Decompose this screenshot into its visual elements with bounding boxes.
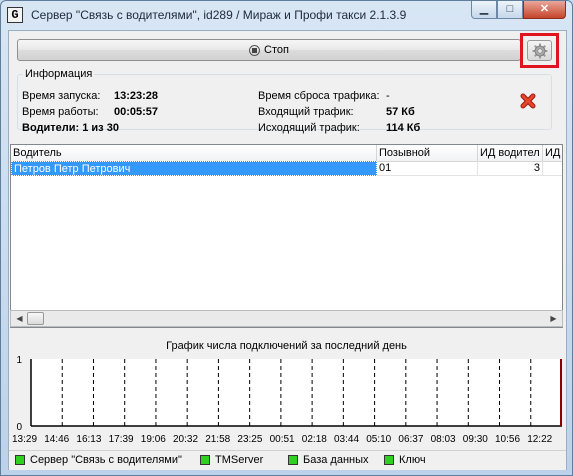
tmserver-status-led bbox=[200, 455, 210, 465]
x-tick-label: 20:32 bbox=[173, 434, 198, 445]
maximize-button[interactable]: □ bbox=[497, 1, 523, 19]
x-tick-label: 06:37 bbox=[398, 434, 423, 445]
callsign-cell[interactable]: 01 bbox=[377, 161, 478, 176]
key-status-label: Ключ bbox=[399, 454, 426, 466]
plot-background bbox=[31, 359, 562, 426]
table-header: Водитель Позывной ИД водител ИД з bbox=[11, 145, 562, 162]
x-tick-label: 21:58 bbox=[205, 434, 230, 445]
x-tick-label: 17:39 bbox=[109, 434, 134, 445]
status-tmserver: TMServer bbox=[200, 454, 263, 466]
red-x-icon[interactable] bbox=[520, 93, 536, 109]
stop-icon bbox=[249, 44, 261, 56]
scroll-left-icon[interactable]: ◀ bbox=[12, 312, 27, 325]
x-tick-label: 10:56 bbox=[495, 434, 520, 445]
horizontal-scrollbar[interactable]: ◀ ▶ bbox=[10, 310, 563, 327]
main-window: G Сервер "Связь с водителями", id289 / М… bbox=[0, 0, 573, 476]
gear-icon bbox=[532, 43, 547, 58]
minimize-icon: ▁ bbox=[479, 3, 489, 15]
connections-chart: График числа подключений за последний де… bbox=[10, 336, 563, 451]
x-tick-label: 16:13 bbox=[76, 434, 101, 445]
incoming-traffic-label: Входящий трафик: bbox=[258, 106, 354, 118]
x-tick-label: 13:29 bbox=[12, 434, 37, 445]
maximize-icon: □ bbox=[506, 3, 514, 15]
x-tick-label: 03:44 bbox=[334, 434, 359, 445]
key-status-led bbox=[384, 455, 394, 465]
status-bar: Сервер "Связь с водителями" TMServer Баз… bbox=[9, 450, 566, 470]
column-header-callsign[interactable]: Позывной bbox=[377, 145, 478, 161]
status-key: Ключ bbox=[384, 454, 426, 466]
server-status-led bbox=[15, 455, 25, 465]
start-time-label: Время запуска: bbox=[22, 90, 101, 102]
status-database: База данных bbox=[288, 454, 369, 466]
incoming-traffic-value: 57 Кб bbox=[386, 106, 415, 118]
outgoing-traffic-label: Исходящий трафик: bbox=[258, 122, 360, 134]
traffic-reset-value: - bbox=[386, 90, 390, 102]
column-header-driver-id[interactable]: ИД водител bbox=[478, 145, 543, 161]
x-tick-label: 09:30 bbox=[463, 434, 488, 445]
x-tick-label: 12:22 bbox=[527, 434, 552, 445]
traffic-reset-label: Время сброса трафика: bbox=[258, 90, 380, 102]
x-tick-label: 00:51 bbox=[270, 434, 295, 445]
database-status-led bbox=[288, 455, 298, 465]
driver-id-cell[interactable]: 3 bbox=[478, 161, 543, 176]
chart-svg: 1 013:29 14:46 16:13 17:39 19:06 20:32 21:58 23:… bbox=[12, 355, 562, 445]
x-tick-label: 14:46 bbox=[44, 434, 69, 445]
table-row[interactable]: Петров Петр Петрович 01 3 bbox=[11, 161, 562, 176]
client-area: Стоп Информация Время запуска: 13:23:28 … bbox=[8, 30, 567, 470]
server-status-label: Сервер "Связь с водителями" bbox=[30, 454, 182, 466]
database-status-label: База данных bbox=[303, 454, 369, 466]
tmserver-status-label: TMServer bbox=[215, 454, 264, 466]
x-tick-label: 08:03 bbox=[431, 434, 456, 445]
window-title: Сервер "Связь с водителями", id289 / Мир… bbox=[31, 8, 407, 22]
uptime-value: 00:05:57 bbox=[114, 106, 159, 118]
title-bar[interactable]: G Сервер "Связь с водителями", id289 / М… bbox=[1, 1, 572, 30]
close-icon: ✕ bbox=[539, 3, 550, 15]
close-button[interactable]: ✕ bbox=[523, 1, 566, 19]
window-controls: ▁ □ ✕ bbox=[471, 1, 566, 20]
drivers-table[interactable]: Водитель Позывной ИД водител ИД з Петров… bbox=[10, 144, 563, 328]
x-tick-label: 23:25 bbox=[237, 434, 262, 445]
minimize-button[interactable]: ▁ bbox=[471, 1, 497, 19]
stop-button[interactable]: Стоп bbox=[17, 39, 521, 61]
x-tick-label: 02:18 bbox=[302, 434, 327, 445]
column-header-order-id[interactable]: ИД з bbox=[543, 145, 562, 161]
driver-cell[interactable]: Петров Петр Петрович bbox=[11, 161, 377, 176]
app-icon: G bbox=[7, 7, 23, 23]
info-legend: Информация bbox=[25, 68, 93, 80]
x-tick-label: 19:06 bbox=[141, 434, 166, 445]
uptime-label: Время работы: bbox=[22, 106, 99, 118]
start-time-value: 13:23:28 bbox=[114, 90, 159, 102]
y-tick-label: 0 bbox=[16, 422, 22, 433]
status-server: Сервер "Связь с водителями" bbox=[15, 454, 182, 466]
drivers-count: Водители: 1 из 30 bbox=[22, 122, 119, 134]
column-header-driver[interactable]: Водитель bbox=[11, 145, 377, 161]
settings-button[interactable] bbox=[527, 40, 552, 61]
scroll-right-icon[interactable]: ▶ bbox=[546, 312, 561, 325]
y-tick-label: 1 bbox=[16, 355, 22, 366]
info-group: Информация Время запуска: 13:23:28 Время… bbox=[17, 68, 552, 134]
x-tick-label: 05:10 bbox=[366, 434, 391, 445]
stop-button-label: Стоп bbox=[264, 44, 289, 56]
scroll-thumb[interactable] bbox=[27, 312, 44, 325]
outgoing-traffic-value: 114 Кб bbox=[386, 122, 421, 134]
order-id-cell[interactable] bbox=[543, 161, 562, 176]
settings-highlight bbox=[520, 33, 559, 68]
